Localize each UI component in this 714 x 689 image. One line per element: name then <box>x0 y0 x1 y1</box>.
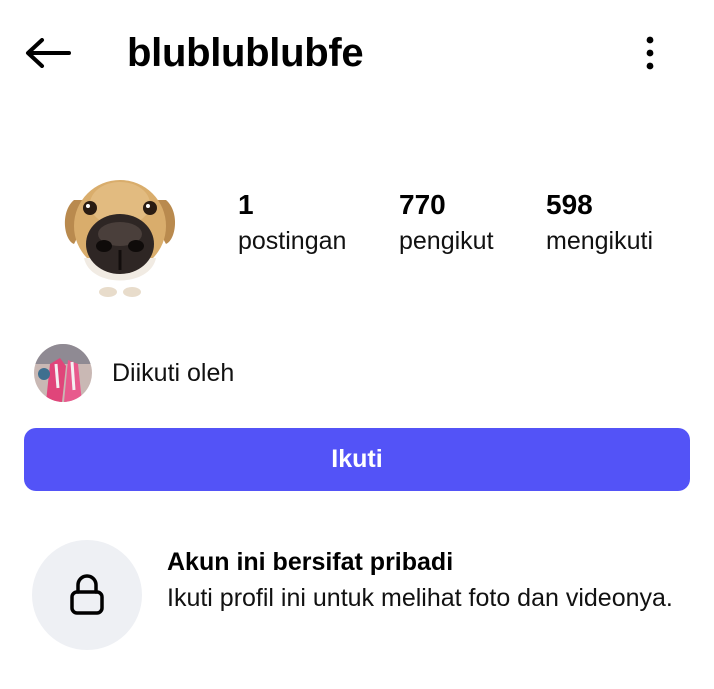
followed-by-label: Diikuti oleh <box>112 358 235 387</box>
stat-label: pengikut <box>399 227 494 255</box>
stat-value: 770 <box>399 189 446 220</box>
profile-username: blublublubfe <box>127 31 364 75</box>
private-lock-badge <box>32 540 142 650</box>
followed-by-row[interactable]: Diikuti oleh <box>34 342 234 404</box>
stat-label: postingan <box>238 227 347 255</box>
stat-value: 598 <box>546 189 593 220</box>
stat-followers[interactable]: 770 pengikut <box>399 188 494 257</box>
more-vertical-icon <box>646 36 654 70</box>
more-options-button[interactable] <box>628 30 672 76</box>
stat-following[interactable]: 598 mengikuti <box>546 188 653 257</box>
stat-label: mengikuti <box>546 227 653 255</box>
stat-posts[interactable]: 1 postingan <box>238 188 346 257</box>
follow-button[interactable]: Ikuti <box>24 428 690 491</box>
dog-face-avatar <box>64 180 176 297</box>
arrow-left-icon <box>26 38 71 68</box>
lock-icon <box>70 574 104 615</box>
profile-avatar[interactable] <box>60 170 180 300</box>
private-account-title: Akun ini bersifat pribadi <box>167 548 454 576</box>
stat-value: 1 <box>238 189 254 220</box>
profile-header: blublublubfe <box>0 0 714 110</box>
mutual-follower-avatar <box>34 344 92 402</box>
private-account-description: Ikuti profil ini untuk melihat foto dan … <box>167 584 673 612</box>
back-button[interactable] <box>20 30 76 76</box>
